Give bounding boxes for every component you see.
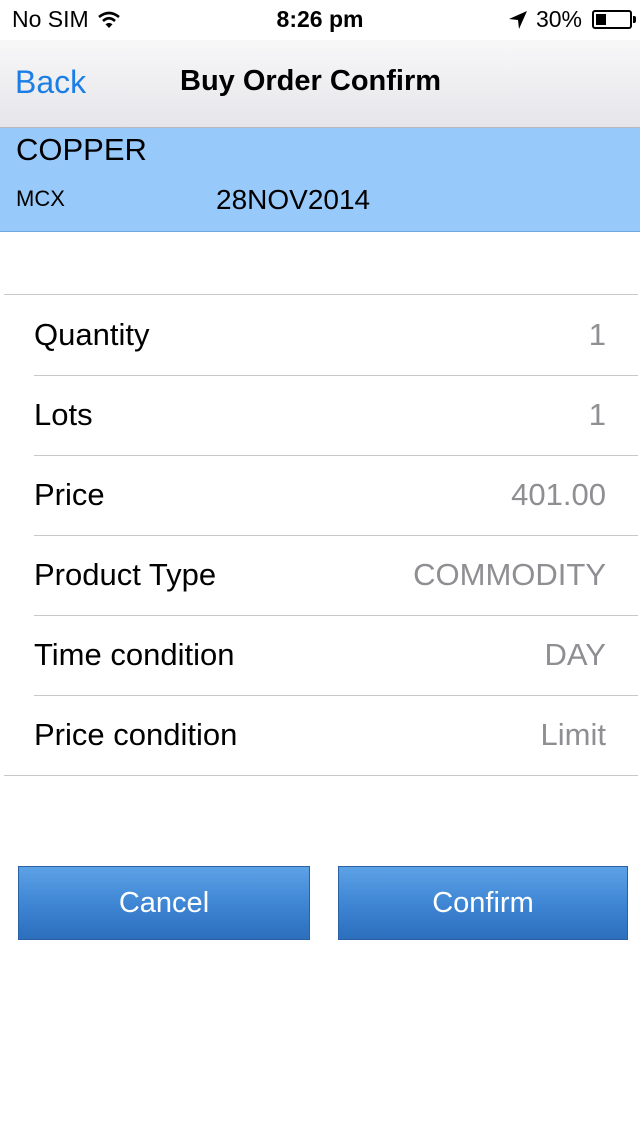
row-value: 401.00 [511, 477, 606, 512]
detail-row-lots: Lots 1 [4, 375, 638, 455]
back-button[interactable]: Back [15, 64, 86, 101]
instrument-expiry: 28NOV2014 [216, 184, 371, 215]
row-value: 1 [588, 397, 606, 432]
status-bar: No SIM 8:26 pm 30% [0, 0, 640, 40]
row-label: Price condition [34, 717, 238, 752]
battery-icon [592, 10, 636, 29]
detail-row-price-condition: Price condition Limit [4, 695, 638, 775]
row-value: 1 [588, 317, 606, 352]
confirm-button[interactable]: Confirm [338, 866, 628, 940]
row-label: Product Type [34, 557, 217, 592]
order-details-table: Quantity 1 Lots 1 Price 401.00 Product T… [4, 294, 638, 776]
navigation-bar: Back Buy Order Confirm [0, 40, 640, 128]
row-label: Time condition [34, 637, 235, 672]
page-title: Buy Order Confirm [180, 65, 442, 97]
detail-row-quantity: Quantity 1 [4, 295, 638, 375]
status-right-group: 30% [508, 6, 636, 33]
row-label: Lots [34, 397, 93, 432]
detail-row-price: Price 401.00 [4, 455, 638, 535]
row-value: DAY [544, 637, 606, 672]
battery-level-fill [596, 14, 606, 25]
instrument-header: COPPER MCX 28NOV2014 [0, 128, 640, 232]
location-arrow-icon [508, 10, 527, 29]
row-value: Limit [540, 717, 606, 752]
cancel-button[interactable]: Cancel [18, 866, 310, 940]
row-label: Price [34, 477, 105, 512]
instrument-name: COPPER [16, 132, 147, 167]
detail-row-product-type: Product Type COMMODITY [4, 535, 638, 615]
row-value: COMMODITY [413, 557, 606, 592]
row-label: Quantity [34, 317, 150, 352]
detail-row-time-condition: Time condition DAY [4, 615, 638, 695]
instrument-exchange: MCX [16, 186, 65, 211]
battery-percentage: 30% [535, 6, 582, 32]
